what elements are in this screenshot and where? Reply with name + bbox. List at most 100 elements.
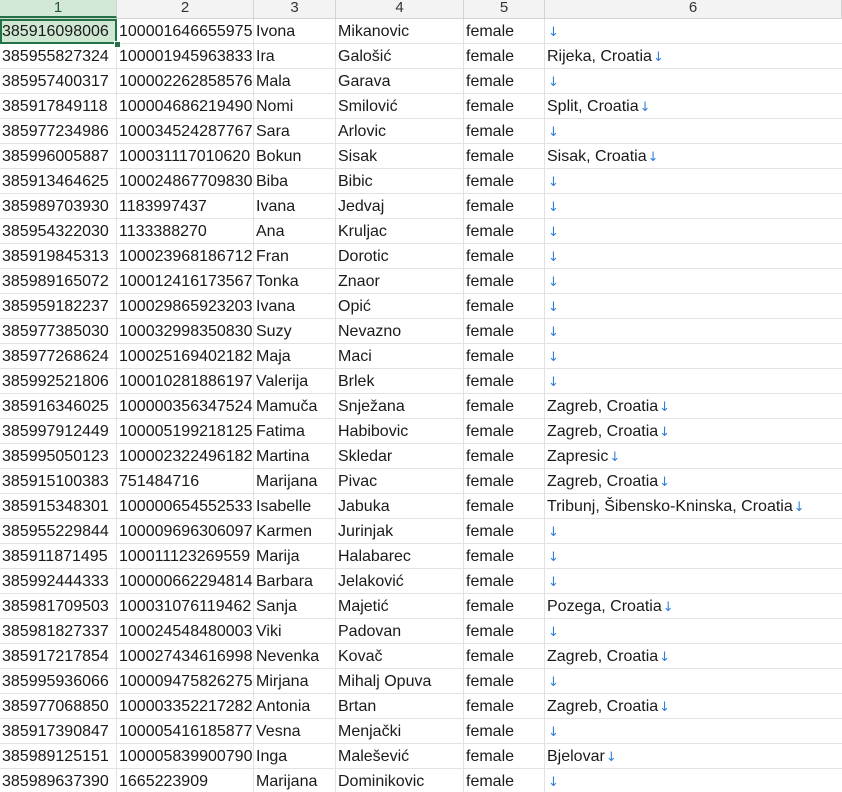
cell-last-name[interactable]: Skledar [336, 444, 464, 469]
cell-gender[interactable]: female [464, 544, 545, 569]
cell-location[interactable]: ↓ [545, 719, 842, 744]
cell-last-name[interactable]: Jabuka [336, 494, 464, 519]
cell-location[interactable]: Bjelovar↓ [545, 744, 842, 769]
cell-user-id[interactable]: 100010281886197 [117, 369, 254, 394]
cell-user-id[interactable]: 100001646655975 [117, 19, 254, 44]
cell-last-name[interactable]: Garava [336, 69, 464, 94]
cell-user-id[interactable]: 751484716 [117, 469, 254, 494]
cell-location[interactable]: ↓ [545, 19, 842, 44]
cell-gender[interactable]: female [464, 144, 545, 169]
cell-location[interactable]: Zapresic↓ [545, 444, 842, 469]
cell-gender[interactable]: female [464, 94, 545, 119]
cell-last-name[interactable]: Kruljac [336, 219, 464, 244]
cell-phone[interactable]: 385992444333 [0, 569, 117, 594]
cell-first-name[interactable]: Sara [254, 119, 336, 144]
cell-phone[interactable]: 385989637390 [0, 769, 117, 792]
cell-user-id[interactable]: 100032998350830 [117, 319, 254, 344]
cell-gender[interactable]: female [464, 719, 545, 744]
cell-location[interactable]: ↓ [545, 194, 842, 219]
cell-user-id[interactable]: 100001945963833 [117, 44, 254, 69]
cell-last-name[interactable]: Pivac [336, 469, 464, 494]
cell-gender[interactable]: female [464, 269, 545, 294]
cell-user-id[interactable]: 100005199218125 [117, 419, 254, 444]
cell-location[interactable]: ↓ [545, 369, 842, 394]
cell-first-name[interactable]: Marijana [254, 769, 336, 792]
cell-gender[interactable]: female [464, 194, 545, 219]
cell-phone[interactable]: 385917390847 [0, 719, 117, 744]
cell-user-id[interactable]: 100011123269559 [117, 544, 254, 569]
cell-location[interactable]: ↓ [545, 219, 842, 244]
cell-first-name[interactable]: Viki [254, 619, 336, 644]
cell-phone[interactable]: 385954322030 [0, 219, 117, 244]
cell-last-name[interactable]: Halabarec [336, 544, 464, 569]
cell-first-name[interactable]: Marijana [254, 469, 336, 494]
cell-first-name[interactable]: Karmen [254, 519, 336, 544]
cell-first-name[interactable]: Inga [254, 744, 336, 769]
cell-user-id[interactable]: 100000356347524 [117, 394, 254, 419]
cell-user-id[interactable]: 100009475826275 [117, 669, 254, 694]
column-header-3[interactable]: 3 [254, 0, 336, 18]
cell-last-name[interactable]: Mihalj Opuva [336, 669, 464, 694]
cell-last-name[interactable]: Arlovic [336, 119, 464, 144]
cell-last-name[interactable]: Padovan [336, 619, 464, 644]
cell-first-name[interactable]: Vesna [254, 719, 336, 744]
spreadsheet[interactable]: 123456 385916098006 100001646655975 Ivona M… [0, 0, 842, 792]
cell-first-name[interactable]: Suzy [254, 319, 336, 344]
cell-location[interactable]: Zagreb, Croatia↓ [545, 469, 842, 494]
cell-user-id[interactable]: 100034524287767 [117, 119, 254, 144]
cell-first-name[interactable]: Antonia [254, 694, 336, 719]
cell-location[interactable]: ↓ [545, 544, 842, 569]
cell-gender[interactable]: female [464, 744, 545, 769]
cell-location[interactable]: Split, Croatia↓ [545, 94, 842, 119]
cell-phone[interactable]: 385977234986 [0, 119, 117, 144]
cell-user-id[interactable]: 100003352217282 [117, 694, 254, 719]
cell-first-name[interactable]: Barbara [254, 569, 336, 594]
cell-phone[interactable]: 385916346025 [0, 394, 117, 419]
cell-user-id[interactable]: 100012416173567 [117, 269, 254, 294]
cell-gender[interactable]: female [464, 344, 545, 369]
cell-last-name[interactable]: Menjački [336, 719, 464, 744]
cell-gender[interactable]: female [464, 69, 545, 94]
cell-first-name[interactable]: Fatima [254, 419, 336, 444]
cell-phone[interactable]: 385977385030 [0, 319, 117, 344]
cell-last-name[interactable]: Brlek [336, 369, 464, 394]
cell-location[interactable]: Tribunj, Šibensko-Kninska, Croatia↓ [545, 494, 842, 519]
cell-last-name[interactable]: Jurinjak [336, 519, 464, 544]
cell-last-name[interactable]: Smilović [336, 94, 464, 119]
cell-user-id[interactable]: 100025169402182 [117, 344, 254, 369]
cell-gender[interactable]: female [464, 244, 545, 269]
cell-user-id[interactable]: 100009696306097 [117, 519, 254, 544]
cell-phone[interactable]: 385995050123 [0, 444, 117, 469]
cell-user-id[interactable]: 100002262858576 [117, 69, 254, 94]
cell-location[interactable]: Rijeka, Croatia↓ [545, 44, 842, 69]
cell-last-name[interactable]: Snježana [336, 394, 464, 419]
cell-phone[interactable]: 385989125151 [0, 744, 117, 769]
cell-first-name[interactable]: Ivana [254, 194, 336, 219]
cell-first-name[interactable]: Mala [254, 69, 336, 94]
cell-last-name[interactable]: Malešević [336, 744, 464, 769]
cell-user-id[interactable]: 100004686219490 [117, 94, 254, 119]
cell-last-name[interactable]: Znaor [336, 269, 464, 294]
cell-gender[interactable]: female [464, 294, 545, 319]
cell-phone[interactable]: 385913464625 [0, 169, 117, 194]
cell-phone[interactable]: 385997912449 [0, 419, 117, 444]
cell-phone[interactable]: 385992521806 [0, 369, 117, 394]
cell-phone[interactable]: 385915100383 [0, 469, 117, 494]
cell-phone[interactable]: 385955827324 [0, 44, 117, 69]
cell-first-name[interactable]: Isabelle [254, 494, 336, 519]
cell-phone[interactable]: 385917849118 [0, 94, 117, 119]
cell-last-name[interactable]: Jelaković [336, 569, 464, 594]
cell-user-id[interactable]: 100024548480003 [117, 619, 254, 644]
cell-first-name[interactable]: Ira [254, 44, 336, 69]
cell-phone[interactable]: 385959182237 [0, 294, 117, 319]
cell-user-id[interactable]: 100000654552533 [117, 494, 254, 519]
cell-gender[interactable]: female [464, 319, 545, 344]
cell-user-id[interactable]: 100031117010620 [117, 144, 254, 169]
cell-location[interactable]: ↓ [545, 344, 842, 369]
fill-handle[interactable] [114, 41, 121, 48]
cell-location[interactable]: ↓ [545, 519, 842, 544]
cell-phone[interactable]: 385981827337 [0, 619, 117, 644]
cell-phone[interactable]: 385911871495 [0, 544, 117, 569]
cell-first-name[interactable]: Marija [254, 544, 336, 569]
column-header-6[interactable]: 6 [545, 0, 842, 18]
